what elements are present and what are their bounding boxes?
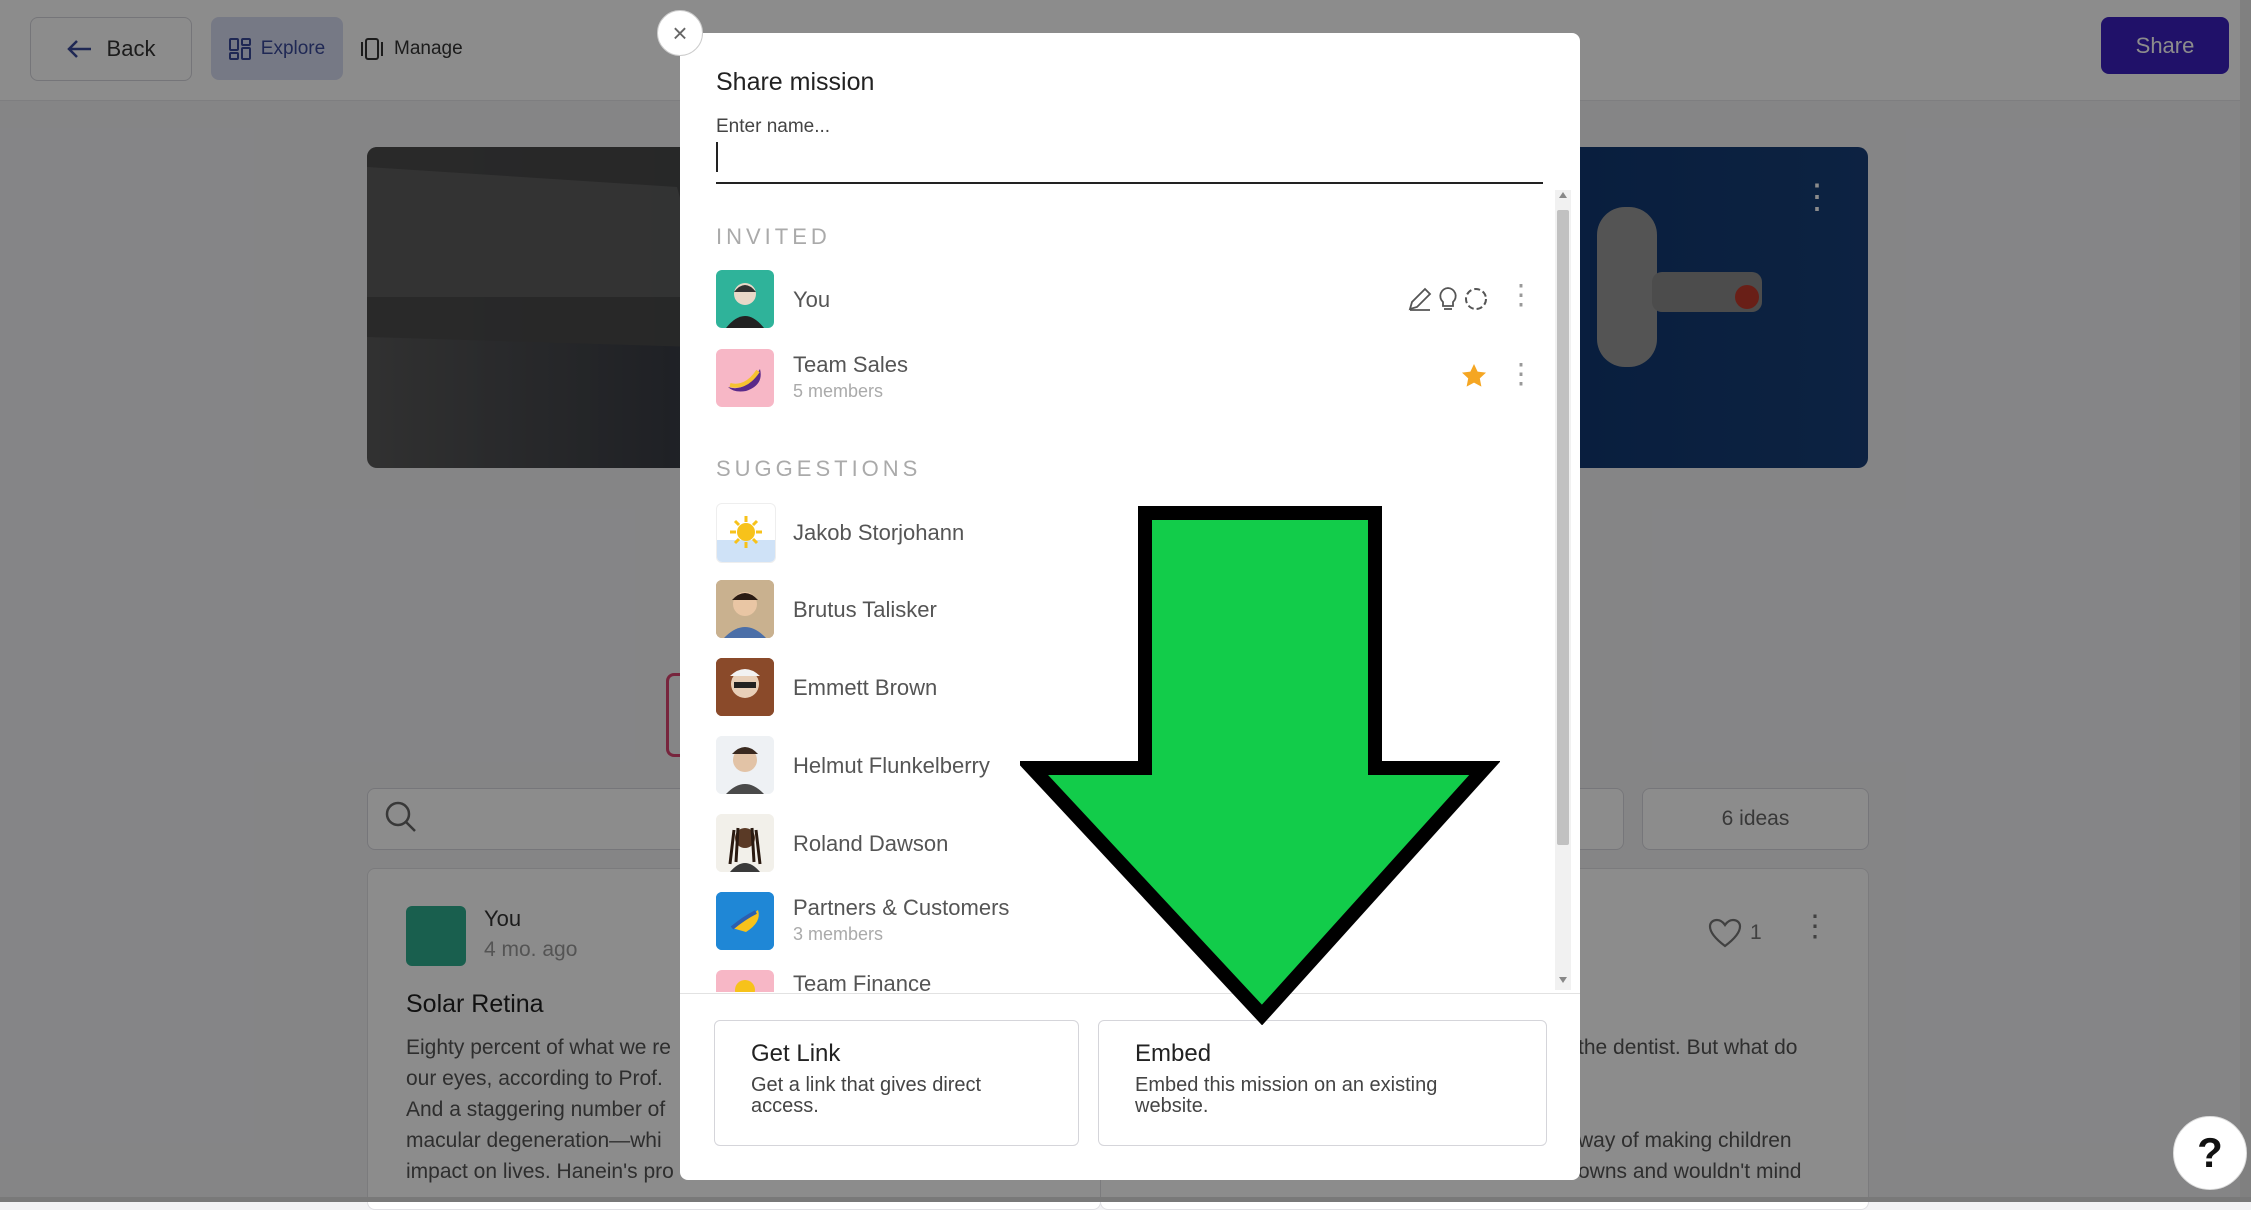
embed-title: Embed (1135, 1040, 1212, 1067)
suggestion-name[interactable]: Team Finance (793, 972, 931, 992)
suggestion-name[interactable]: Partners & Customers (793, 895, 1009, 921)
loading-circle-icon[interactable] (1463, 286, 1489, 312)
name-input-label: Enter name... (716, 116, 831, 137)
scroll-up-icon[interactable] (1558, 191, 1568, 199)
text-caret (716, 142, 718, 172)
arrow-down-icon (1020, 506, 1500, 1025)
suggestion-name[interactable]: Brutus Talisker (793, 597, 937, 623)
dialog-title: Share mission (716, 68, 875, 96)
avatar (716, 349, 774, 407)
invited-heading: INVITED (716, 224, 831, 249)
star-icon[interactable] (1460, 362, 1488, 390)
avatar (716, 892, 774, 950)
avatar (716, 814, 774, 872)
get-link-title: Get Link (751, 1040, 841, 1067)
get-link-description: Get a link that gives direct access. (751, 1074, 982, 1117)
avatar (716, 580, 774, 638)
suggestion-name[interactable]: Emmett Brown (793, 675, 937, 701)
member-name: You (793, 287, 831, 312)
member-more-icon[interactable]: ⋮ (1507, 360, 1535, 388)
close-icon[interactable]: × (657, 10, 703, 56)
avatar (716, 658, 774, 716)
suggestion-name[interactable]: Roland Dawson (793, 831, 948, 857)
list-scrollbar-thumb[interactable] (1557, 210, 1569, 845)
name-input[interactable] (716, 138, 1543, 184)
suggestion-name[interactable]: Helmut Flunkelberry (793, 753, 990, 779)
suggestions-heading: SUGGESTIONS (716, 456, 922, 481)
avatar (716, 736, 774, 794)
embed-description: Embed this mission on an existing websit… (1135, 1074, 1438, 1117)
avatar (716, 503, 776, 563)
member-count: 3 members (793, 924, 884, 944)
edit-icon[interactable] (1407, 286, 1433, 312)
member-count: 5 members (793, 381, 884, 401)
avatar (716, 270, 774, 328)
lightbulb-icon[interactable] (1436, 286, 1460, 312)
member-more-icon[interactable]: ⋮ (1507, 281, 1535, 309)
suggestion-name[interactable]: Jakob Storjohann (793, 520, 964, 546)
scroll-down-icon[interactable] (1558, 976, 1568, 984)
member-name: Team Sales (793, 352, 908, 377)
avatar (716, 970, 774, 992)
help-button[interactable]: ? (2173, 1116, 2247, 1190)
